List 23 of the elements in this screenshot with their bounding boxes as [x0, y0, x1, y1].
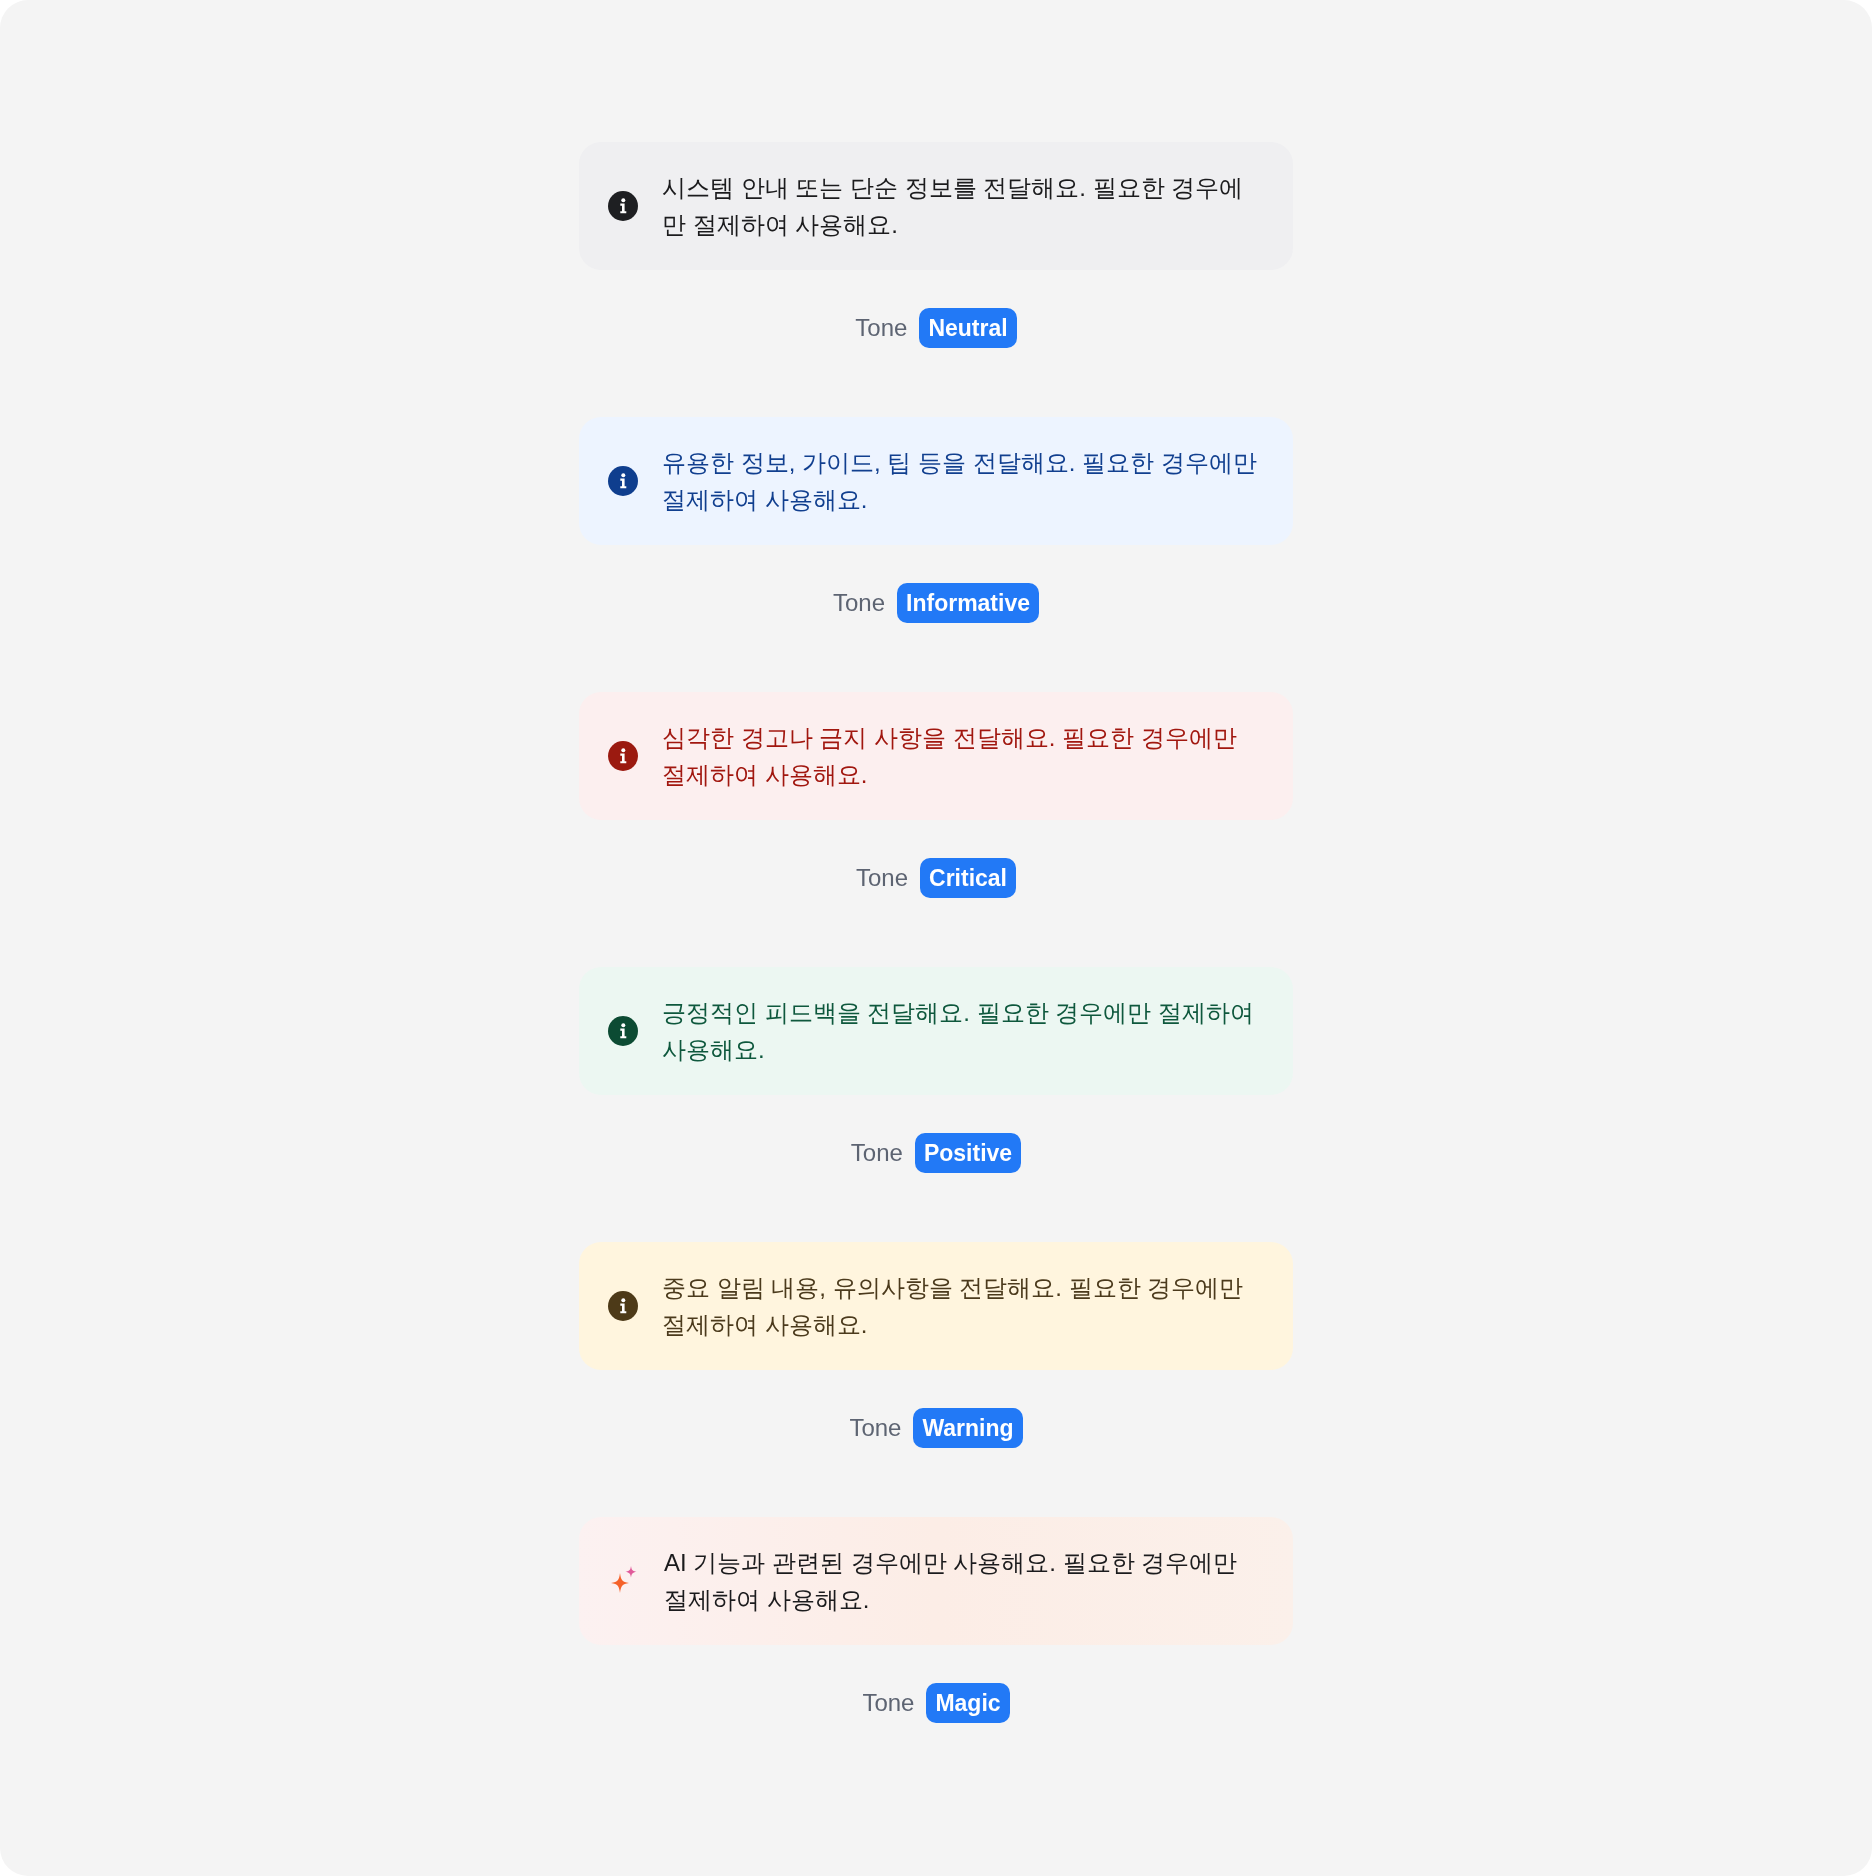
banner-message: 심각한 경고나 금지 사항을 전달해요. 필요한 경우에만 절제하여 사용해요.	[662, 723, 1238, 790]
banner-message: 유용한 정보, 가이드, 팁 등을 전달해요. 필요한 경우에만 절제하여 사용해요.	[662, 448, 1258, 515]
info-icon	[608, 741, 638, 771]
info-icon	[608, 1291, 638, 1321]
tone-badge: Magic	[926, 1683, 1010, 1723]
tone-badge: Critical	[920, 858, 1016, 898]
tone-label: Tone	[862, 1688, 915, 1718]
banner-message: 중요 알림 내용, 유의사항을 전달해요. 필요한 경우에만 절제하여 사용해요.	[662, 1273, 1245, 1340]
info-icon	[608, 1016, 638, 1046]
tone-label: Tone	[850, 1138, 903, 1168]
banner-message: 긍정적인 피드백을 전달해요. 필요한 경우에만 절제하여 사용해요.	[662, 998, 1255, 1065]
tone-badge: Positive	[914, 1133, 1022, 1173]
banner-message: AI 기능과 관련된 경우에만 사용해요. 필요한 경우에만 절제하여 사용해요.	[664, 1548, 1239, 1615]
tone-label: Tone	[856, 863, 909, 893]
tone-label: Tone	[849, 1413, 902, 1443]
info-icon	[608, 191, 638, 221]
banner-message: 시스템 안내 또는 단순 정보를 전달해요. 필요한 경우에만 절제하여 사용해요.	[662, 173, 1245, 240]
tone-badge: Neutral	[919, 308, 1017, 348]
tone-label: Tone	[833, 588, 886, 618]
info-icon	[608, 466, 638, 496]
tone-badge: Warning	[913, 1408, 1023, 1448]
tone-label: Tone	[855, 313, 908, 343]
tone-badge: Informative	[897, 583, 1039, 623]
